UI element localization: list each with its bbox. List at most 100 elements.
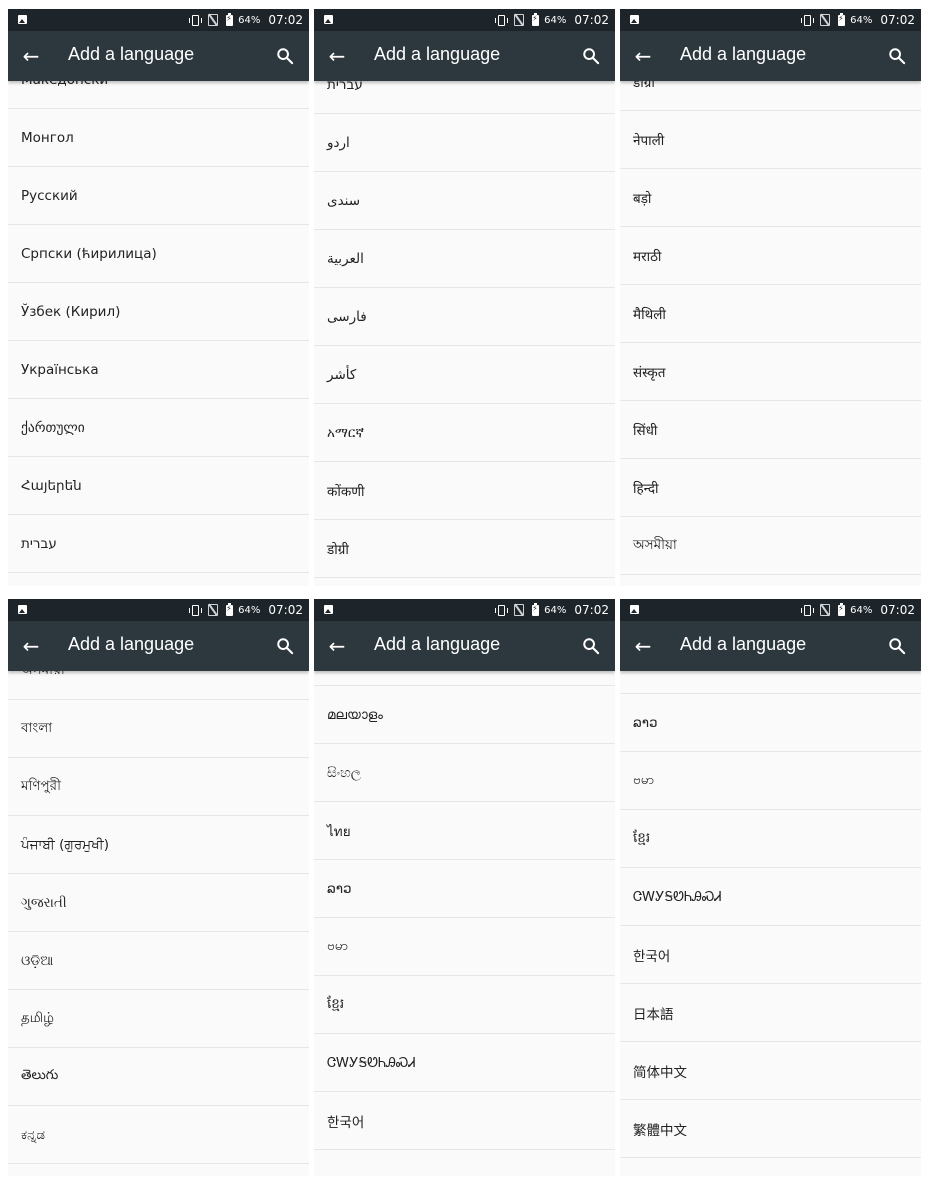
battery-percent: 64% bbox=[544, 604, 567, 616]
back-arrow-icon[interactable]: ← bbox=[633, 636, 653, 656]
back-arrow-icon[interactable]: ← bbox=[633, 46, 653, 66]
back-arrow-icon[interactable]: ← bbox=[21, 46, 41, 66]
language-item[interactable]: አማርኛ bbox=[314, 404, 615, 462]
language-item[interactable]: 한국어 bbox=[314, 1092, 615, 1150]
battery-charging-icon bbox=[532, 602, 540, 616]
status-bar: 64% 07:02 bbox=[314, 599, 615, 621]
language-list-inner: МакедонскиМонголРусскийСрпски (ћирилица)… bbox=[8, 81, 309, 573]
no-sim-icon bbox=[820, 14, 831, 26]
search-icon[interactable] bbox=[888, 47, 906, 65]
back-arrow-icon[interactable]: ← bbox=[21, 636, 41, 656]
language-item[interactable]: ಕನ್ನಡ bbox=[314, 671, 615, 686]
search-icon[interactable] bbox=[582, 637, 600, 655]
language-item[interactable]: Українська bbox=[8, 341, 309, 399]
language-item[interactable]: डोग्री bbox=[314, 520, 615, 578]
language-item[interactable]: සිංහල bbox=[314, 744, 615, 802]
language-list[interactable]: ಕನ್ನಡമലയാളംසිංහලไทยລາວဗမာខ្មែរᏣᎳᎩᎦᏬᏂᎯᏍᏗ한… bbox=[314, 671, 615, 1176]
language-item[interactable]: עברית bbox=[314, 81, 615, 114]
status-icons: 64% 07:02 bbox=[189, 9, 303, 31]
language-list[interactable]: অসমীয়াবাংলামণিপুরীਪੰਜਾਬੀ (ਗੁਰਮੁਖੀ)ગુજરા… bbox=[8, 671, 309, 1176]
language-item[interactable]: العربية bbox=[314, 230, 615, 288]
status-bar: 64% 07:02 bbox=[314, 9, 615, 31]
language-item[interactable]: बड़ो bbox=[620, 169, 921, 227]
language-item[interactable]: தமிழ் bbox=[8, 990, 309, 1048]
status-bar: 64% 07:02 bbox=[8, 9, 309, 31]
back-arrow-icon[interactable]: ← bbox=[327, 46, 347, 66]
back-arrow-icon[interactable]: ← bbox=[327, 636, 347, 656]
language-list[interactable]: ไทยລາວဗမာខ្មែរᏣᎳᎩᎦᏬᏂᎯᏍᏗ한국어日本語简体中文繁體中文 bbox=[620, 671, 921, 1176]
language-item[interactable]: ລາວ bbox=[620, 694, 921, 752]
language-item[interactable]: ಕನ್ನಡ bbox=[8, 1106, 309, 1164]
language-item[interactable]: Հայերեն bbox=[8, 457, 309, 515]
language-item[interactable]: ဗမာ bbox=[620, 752, 921, 810]
status-icons: 64% 07:02 bbox=[189, 599, 303, 621]
language-item[interactable]: 简体中文 bbox=[620, 1042, 921, 1100]
language-item[interactable]: सिंधी bbox=[620, 401, 921, 459]
language-item[interactable]: ગુજરાતી bbox=[8, 874, 309, 932]
language-item[interactable]: ଓଡ଼ିଆ bbox=[8, 932, 309, 990]
language-list-inner: ಕನ್ನಡമലയാളംසිංහලไทยລາວဗမာខ្មែរᏣᎳᎩᎦᏬᏂᎯᏍᏗ한… bbox=[314, 671, 615, 1150]
language-item[interactable]: मराठी bbox=[620, 227, 921, 285]
battery-percent: 64% bbox=[850, 14, 873, 26]
language-item[interactable]: डोग्री bbox=[620, 81, 921, 111]
language-item[interactable]: मैथिली bbox=[620, 285, 921, 343]
status-bar: 64% 07:02 bbox=[620, 9, 921, 31]
language-item[interactable]: كأشر bbox=[314, 346, 615, 404]
language-list[interactable]: МакедонскиМонголРусскийСрпски (ћирилица)… bbox=[8, 81, 309, 586]
image-notification-icon bbox=[324, 15, 333, 24]
language-item[interactable]: 한국어 bbox=[620, 926, 921, 984]
language-item[interactable]: اردو bbox=[314, 114, 615, 172]
phone-screen-4: 64% 07:02 ← Add a language অসমীয়াবাংলাম… bbox=[8, 599, 309, 1176]
language-item[interactable]: עברית bbox=[8, 515, 309, 573]
language-item[interactable]: संस्कृत bbox=[620, 343, 921, 401]
language-item[interactable]: ລາວ bbox=[314, 860, 615, 918]
search-icon[interactable] bbox=[582, 47, 600, 65]
language-item[interactable]: नेपाली bbox=[620, 111, 921, 169]
search-icon[interactable] bbox=[276, 637, 294, 655]
page-title: Add a language bbox=[374, 44, 501, 64]
language-item[interactable]: Српски (ћирилица) bbox=[8, 225, 309, 283]
language-item[interactable]: মণিপুরী bbox=[8, 758, 309, 816]
image-notification-icon bbox=[324, 605, 333, 614]
language-item[interactable]: Македонски bbox=[8, 81, 309, 109]
language-item[interactable]: ខ្មែរ bbox=[314, 976, 615, 1034]
language-item[interactable]: ไทย bbox=[620, 671, 921, 694]
language-item[interactable]: ქართული bbox=[8, 399, 309, 457]
language-list-inner: डोग्री नेपाली बड़ो मराठी मैथिली संस्कृत सिंधी ह… bbox=[620, 81, 921, 575]
language-item[interactable]: ไทย bbox=[314, 802, 615, 860]
vibrate-icon bbox=[801, 604, 815, 616]
language-list[interactable]: עברית اردو سندی العربية فارسی كأشر አማርኛ कोंकणी ड… bbox=[314, 81, 615, 586]
language-item[interactable]: తెలుగు bbox=[8, 1048, 309, 1106]
language-item[interactable]: മലയാളം bbox=[314, 686, 615, 744]
image-notification-icon bbox=[18, 605, 27, 614]
language-list[interactable]: डोग्री नेपाली बड़ो मराठी मैथिली संस्कृत सिंधी ह… bbox=[620, 81, 921, 586]
search-icon[interactable] bbox=[888, 637, 906, 655]
status-icons: 64% 07:02 bbox=[495, 599, 609, 621]
page-title: Add a language bbox=[374, 634, 501, 654]
language-item[interactable]: ဗမာ bbox=[314, 918, 615, 976]
language-item[interactable]: 日本語 bbox=[620, 984, 921, 1042]
phone-screen-5: 64% 07:02 ← Add a language ಕನ್ನಡമലയാളംසි… bbox=[314, 599, 615, 1176]
language-item[interactable]: ᏣᎳᎩᎦᏬᏂᎯᏍᏗ bbox=[314, 1034, 615, 1092]
language-item[interactable]: हिन्दी bbox=[620, 459, 921, 517]
language-item[interactable]: Монгол bbox=[8, 109, 309, 167]
language-item[interactable]: कोंकणी bbox=[314, 462, 615, 520]
language-item[interactable]: فارسی bbox=[314, 288, 615, 346]
language-list-inner: עברית اردو سندی العربية فارسی كأشر አማርኛ कोंकणी ड… bbox=[314, 81, 615, 578]
language-item[interactable]: অসমীয়া bbox=[620, 517, 921, 575]
language-item[interactable]: ᏣᎳᎩᎦᏬᏂᎯᏍᏗ bbox=[620, 868, 921, 926]
language-item[interactable]: سندی bbox=[314, 172, 615, 230]
language-item[interactable]: Русский bbox=[8, 167, 309, 225]
language-item[interactable]: ਪੰਜਾਬੀ (ਗੁਰਮੁਖੀ) bbox=[8, 816, 309, 874]
image-notification-icon bbox=[18, 15, 27, 24]
language-item[interactable]: অসমীয়া bbox=[8, 671, 309, 700]
search-icon[interactable] bbox=[276, 47, 294, 65]
language-item[interactable]: 繁體中文 bbox=[620, 1100, 921, 1158]
phone-screen-3: 64% 07:02 ← Add a language डोग्रीनेपालीब… bbox=[620, 9, 921, 586]
language-item[interactable]: ខ្មែរ bbox=[620, 810, 921, 868]
phone-screen-2: 64% 07:02 ← Add a language עבריתاردوسندی… bbox=[314, 9, 615, 586]
language-item[interactable]: বাংলা bbox=[8, 700, 309, 758]
battery-percent: 64% bbox=[238, 14, 261, 26]
status-icons: 64% 07:02 bbox=[801, 599, 915, 621]
language-item[interactable]: Ўзбек (Кирил) bbox=[8, 283, 309, 341]
